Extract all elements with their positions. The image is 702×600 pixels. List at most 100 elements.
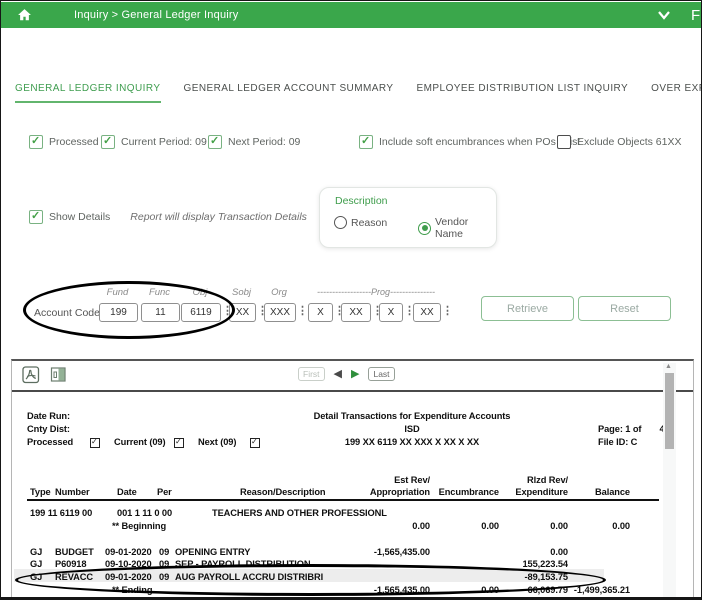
report-page-label: Page: 1 of 4 bbox=[598, 424, 665, 434]
chevron-down-icon[interactable] bbox=[657, 10, 671, 20]
description-group: Description Reason Vendor Name bbox=[319, 187, 497, 248]
col-header-balance: Balance bbox=[595, 487, 630, 497]
account-code-label: Account Code: bbox=[34, 307, 103, 319]
report-cnty-dist-label: Cnty Dist: bbox=[27, 424, 70, 434]
cell-per: 09 bbox=[159, 572, 170, 582]
previous-page-icon[interactable]: ◀ bbox=[334, 368, 342, 380]
report-current-checkbox-icon bbox=[174, 437, 184, 448]
report-title: Detail Transactions for Expenditure Acco… bbox=[313, 411, 511, 421]
description-option-vendor-name: Vendor Name bbox=[418, 216, 496, 240]
filter-exclude-objects-61xx: Exclude Objects 61XX bbox=[557, 135, 681, 149]
account-field-prog-2[interactable]: XX bbox=[341, 303, 371, 322]
cell-account-code-suffix: 001 1 11 0 00 bbox=[117, 508, 173, 518]
export-csv-icon[interactable] bbox=[50, 366, 68, 389]
retrieve-button[interactable]: Retrieve bbox=[481, 296, 574, 321]
tab-general-ledger-account-summary[interactable]: GENERAL LEDGER ACCOUNT SUMMARY bbox=[184, 83, 394, 103]
cell-expenditure: -89,153.75 bbox=[524, 572, 569, 582]
checkbox-label: Current Period: 09 bbox=[121, 136, 207, 148]
field-label-sobj: Sobj bbox=[231, 287, 251, 298]
filter-next-period-09: Next Period: 09 bbox=[208, 134, 301, 149]
report-pagination: First ◀ ▶ Last bbox=[298, 367, 395, 381]
account-field-obj[interactable]: 6119 bbox=[181, 303, 221, 322]
pdf-export-icon[interactable] bbox=[22, 366, 40, 389]
checkbox-label: Processed bbox=[49, 136, 99, 148]
cell-expenditure: 0.00 bbox=[550, 547, 568, 557]
cell-account-description: TEACHERS AND OTHER PROFESSIONL bbox=[212, 508, 387, 518]
exclude-objects-61xx-checkbox[interactable] bbox=[557, 135, 571, 149]
first-page-button[interactable]: First bbox=[298, 367, 325, 381]
checkbox-label: Exclude Objects 61XX bbox=[577, 136, 682, 148]
cell-reason: SEP - PAYROLL DISTRIBUTION bbox=[175, 559, 311, 569]
report-next-checkbox-icon bbox=[250, 437, 260, 448]
col-header-est-rev: Est Rev/ bbox=[394, 475, 430, 485]
show-details-label: Show Details bbox=[49, 211, 111, 223]
lookup-ellipsis-icon[interactable]: ⋮ bbox=[297, 304, 308, 319]
account-field-fund[interactable]: 199 bbox=[99, 303, 138, 322]
filter-processed: Processed bbox=[29, 134, 99, 149]
filter-include-soft-encumbrances-when-pos-exist: Include soft encumbrances when POs exist bbox=[359, 134, 580, 149]
cell-appropriation: -1,565,435.00 bbox=[373, 547, 430, 557]
description-option-reason: Reason bbox=[334, 216, 387, 229]
reset-button[interactable]: Reset bbox=[578, 296, 671, 321]
top-nav-bar: Inquiry > General Ledger Inquiry F bbox=[1, 2, 701, 28]
prog-column-label: ------------------Prog--------------- bbox=[317, 287, 435, 297]
cell-balance: 0.00 bbox=[612, 521, 630, 531]
col-header-number: Number bbox=[55, 487, 90, 497]
current-period-09-checkbox[interactable] bbox=[101, 134, 115, 149]
report-scrollbar[interactable]: ▲ bbox=[663, 363, 676, 597]
reason-radio[interactable] bbox=[334, 216, 347, 229]
include-soft-encumbrances-when-pos-exist-checkbox[interactable] bbox=[359, 134, 373, 149]
last-page-button[interactable]: Last bbox=[368, 367, 395, 381]
cell-per: 09 bbox=[159, 559, 170, 569]
col-header-per: Per bbox=[157, 487, 172, 497]
account-field-prog-4[interactable]: XX bbox=[413, 303, 441, 322]
cell-expenditure: 155,223.54 bbox=[522, 559, 568, 569]
checkbox-label: Next Period: 09 bbox=[228, 136, 301, 148]
report-processed-checkbox-icon bbox=[90, 437, 100, 448]
scroll-up-icon[interactable]: ▲ bbox=[665, 363, 672, 370]
cell-balance: -1,499,365.21 bbox=[573, 585, 630, 595]
home-icon[interactable] bbox=[17, 8, 32, 22]
account-field-prog-1[interactable]: X bbox=[308, 303, 333, 322]
tab-employee-distribution-list-inquiry[interactable]: EMPLOYEE DISTRIBUTION LIST INQUIRY bbox=[417, 83, 629, 103]
tab-bar: GENERAL LEDGER INQUIRY GENERAL LEDGER ACC… bbox=[15, 83, 701, 103]
radio-label: Reason bbox=[351, 216, 388, 229]
show-details-row: Show Details Report will display Transac… bbox=[29, 209, 307, 224]
cell-type: GJ bbox=[30, 559, 43, 569]
vendor-name-radio[interactable] bbox=[418, 221, 431, 235]
scrollbar-thumb[interactable] bbox=[665, 373, 674, 449]
cell-date: 09-10-2020 bbox=[105, 559, 152, 569]
partial-letter: F bbox=[691, 6, 701, 24]
cell-per: 09 bbox=[159, 547, 170, 557]
account-field-prog-3[interactable]: X bbox=[379, 303, 403, 322]
description-label: Description bbox=[335, 195, 388, 207]
radio-label: Vendor Name bbox=[435, 216, 469, 240]
field-label-obj: Obj bbox=[192, 287, 208, 298]
col-header-rlzd-rev: Rlzd Rev/ bbox=[527, 475, 568, 485]
header-rule bbox=[27, 499, 659, 501]
tab-over-expended-account-summary[interactable]: OVER EXPENDED ACCOUNT SUMMARY bbox=[651, 83, 701, 103]
processed-checkbox[interactable] bbox=[29, 134, 43, 149]
report-org-name: ISD bbox=[404, 424, 420, 434]
cell-number: REVACC bbox=[55, 572, 93, 582]
account-field-org[interactable]: XXX bbox=[264, 303, 296, 322]
report-processed-label: Processed bbox=[27, 437, 74, 447]
show-details-checkbox[interactable] bbox=[29, 209, 43, 224]
cell-reason: AUG PAYROLL ACCRU DISTRIBRI bbox=[175, 572, 324, 582]
cell-number: P60918 bbox=[55, 559, 87, 569]
next-period-09-checkbox[interactable] bbox=[208, 134, 222, 149]
cell-account-code: 199 11 6119 00 bbox=[30, 508, 93, 518]
report-next-label: Next (09) bbox=[198, 437, 237, 447]
cell-number: BUDGET bbox=[55, 547, 94, 557]
general-ledger-inquiry-page: Inquiry > General Ledger Inquiry F GENER… bbox=[0, 0, 702, 600]
report-file-id: File ID: C bbox=[598, 437, 638, 447]
lookup-ellipsis-icon[interactable]: ⋮ bbox=[442, 304, 453, 319]
account-field-sobj[interactable]: XX bbox=[229, 303, 256, 322]
col-header-appropriation: Appropriation bbox=[369, 487, 430, 497]
show-details-hint: Report will display Transaction Details bbox=[130, 211, 307, 223]
cell-appropriation: -1,565,435.00 bbox=[373, 585, 430, 595]
account-field-func[interactable]: 11 bbox=[141, 303, 180, 322]
tab-general-ledger-inquiry[interactable]: GENERAL LEDGER INQUIRY bbox=[15, 83, 161, 103]
cell-reason: OPENING ENTRY bbox=[175, 547, 251, 557]
next-page-icon[interactable]: ▶ bbox=[351, 368, 359, 380]
